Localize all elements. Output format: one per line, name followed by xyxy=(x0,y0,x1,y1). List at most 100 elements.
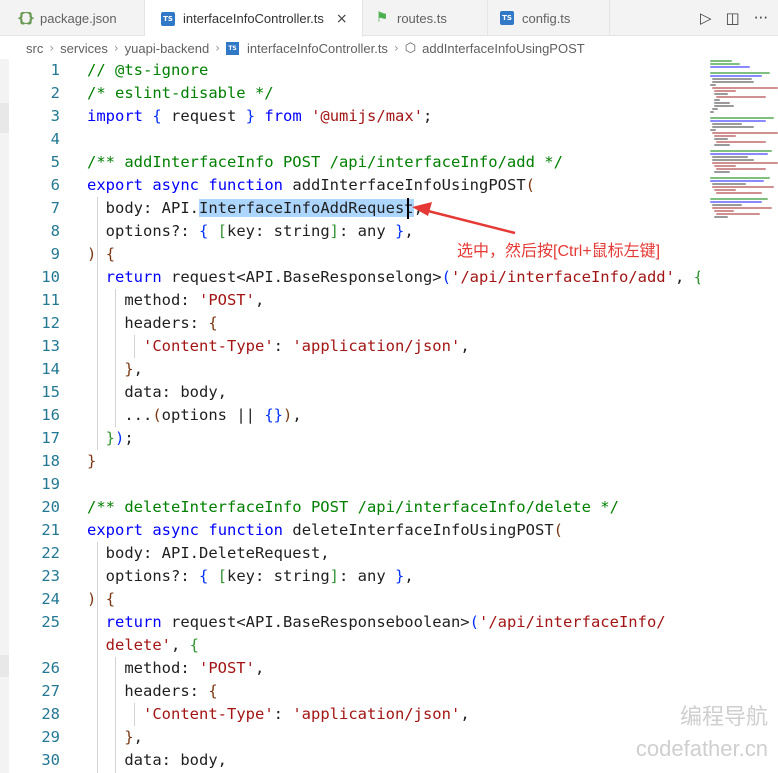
code-line: 1 // @ts-ignore xyxy=(10,59,700,82)
line-number: 27 xyxy=(41,682,60,700)
identifier: body: API.DeleteRequest, xyxy=(105,544,330,562)
text-cursor xyxy=(407,198,409,219)
breadcrumb-item-symbol[interactable]: addInterfaceInfoUsingPOST xyxy=(422,41,585,56)
code-line: 14 }, xyxy=(10,358,700,381)
identifier: request<API.BaseResponselong> xyxy=(171,268,442,286)
chevron-right-icon: › xyxy=(393,41,399,55)
code-line: 12 headers: { xyxy=(10,312,700,335)
function-name: addInterfaceInfoUsingPOST xyxy=(292,176,526,194)
line-number: 20 xyxy=(41,498,60,516)
code-line: 16 ...(options || {}), xyxy=(10,404,700,427)
tab-config[interactable]: TS config.ts xyxy=(488,0,610,36)
typescript-icon: TS xyxy=(226,41,240,55)
comment-text: // @ts-ignore xyxy=(87,61,209,79)
breadcrumb-item-src[interactable]: src xyxy=(26,41,43,56)
line-number: 30 xyxy=(41,751,60,769)
code-line: 22 body: API.DeleteRequest, xyxy=(10,542,700,565)
code-line: 24) { xyxy=(10,588,700,611)
line-number: 28 xyxy=(41,705,60,723)
string-literal: 'Content-Type' xyxy=(143,337,274,355)
line-number: 9 xyxy=(50,245,60,263)
string-literal: '@umijs/max' xyxy=(311,107,424,125)
editor-actions: ▷ ◫ ··· xyxy=(700,0,768,36)
chevron-right-icon: › xyxy=(49,41,55,55)
string-literal: 'application/json' xyxy=(292,705,461,723)
code-line: 7 body: API.InterfaceInfoAddRequest, xyxy=(10,197,700,220)
keyword: from xyxy=(264,107,302,125)
line-number: 23 xyxy=(41,567,60,585)
line-number: 10 xyxy=(41,268,60,286)
code-editor[interactable]: 1 // @ts-ignore 2 /* eslint-disable */ 3 im… xyxy=(10,59,700,773)
watermark-line: 编程导航 xyxy=(679,704,768,729)
minimap[interactable] xyxy=(704,58,778,258)
activity-edge xyxy=(0,59,9,773)
close-icon[interactable]: × xyxy=(336,11,348,27)
annotation-text: 选中，然后按[Ctrl+鼠标左键] xyxy=(457,243,661,260)
breadcrumb-item-yuapi-backend[interactable]: yuapi-backend xyxy=(125,41,210,56)
tab-label: interfaceInfoController.ts xyxy=(183,11,324,26)
tab-interface-info-controller[interactable]: TS interfaceInfoController.ts × xyxy=(145,0,363,37)
string-literal: '/api/interfaceInfo/ xyxy=(478,613,666,631)
line-number: 14 xyxy=(41,360,60,378)
tab-label: routes.ts xyxy=(397,10,447,26)
line-number: 29 xyxy=(41,728,60,746)
code-line: 4 xyxy=(10,128,700,151)
line-number: 1 xyxy=(50,61,60,79)
breadcrumb-item-file[interactable]: interfaceInfoController.ts xyxy=(247,41,388,56)
code-line: 17 }); xyxy=(10,427,700,450)
line-number: 7 xyxy=(50,199,60,217)
code-line: 2 /* eslint-disable */ xyxy=(10,82,700,105)
code-line: 28 'Content-Type': 'application/json', xyxy=(10,703,700,726)
code-line: 18} xyxy=(10,450,700,473)
code-line: 21 export async function deleteInterfaceI… xyxy=(10,519,700,542)
line-number: 16 xyxy=(41,406,60,424)
code-line: 27 headers: { xyxy=(10,680,700,703)
line-number: 13 xyxy=(41,337,60,355)
code-line: 30 data: body, xyxy=(10,749,700,772)
string-literal: 'POST' xyxy=(198,291,255,309)
line-number: 3 xyxy=(50,107,60,125)
run-icon[interactable]: ▷ xyxy=(700,9,712,27)
line-number: 8 xyxy=(50,222,60,240)
code-line: 10 return request<API.BaseResponselong>(… xyxy=(10,266,700,289)
line-number: 11 xyxy=(41,291,60,309)
tab-package-json[interactable]: {} package.json xyxy=(0,0,145,36)
selected-text[interactable]: InterfaceInfoAddRequest xyxy=(199,199,414,217)
line-number: 22 xyxy=(41,544,60,562)
string-literal: 'Content-Type' xyxy=(143,705,274,723)
chevron-right-icon: › xyxy=(113,41,119,55)
comment-text: /* eslint-disable */ xyxy=(87,84,274,102)
line-number: 17 xyxy=(41,429,60,447)
line-number: 25 xyxy=(41,613,60,631)
code-line: 15 data: body, xyxy=(10,381,700,404)
code-line: 5 /** addInterfaceInfo POST /api/interfac… xyxy=(10,151,700,174)
method-icon: ⬡ xyxy=(404,40,417,56)
code-line: 25 return request<API.BaseResponseboolea… xyxy=(10,611,700,634)
identifier: request<API.BaseResponseboolean> xyxy=(171,613,470,631)
code-line: 6 export async function addInterfaceInfoU… xyxy=(10,174,700,197)
comment-text: /** deleteInterfaceInfo POST /api/interf… xyxy=(87,498,619,516)
edge-marker xyxy=(0,103,9,133)
json-icon: {} xyxy=(16,10,36,26)
function-name: deleteInterfaceInfoUsingPOST xyxy=(292,521,554,539)
string-literal: 'application/json' xyxy=(292,337,461,355)
more-actions-icon[interactable]: ··· xyxy=(754,9,768,27)
watermark: 编程导航 codefather.cn xyxy=(636,701,768,765)
comment-text: /** addInterfaceInfo POST /api/interface… xyxy=(87,153,563,171)
route-icon: ⚑ xyxy=(375,10,389,26)
typescript-icon: TS xyxy=(161,11,175,26)
tab-label: package.json xyxy=(40,10,117,26)
string-literal: delete' xyxy=(105,636,171,654)
editor-tab-bar: {} package.json TS interfaceInfoControll… xyxy=(0,0,778,37)
line-number: 24 xyxy=(41,590,60,608)
line-number: 2 xyxy=(50,84,60,102)
code-line: 11 method: 'POST', xyxy=(10,289,700,312)
line-number: 5 xyxy=(50,153,60,171)
tab-routes[interactable]: ⚑ routes.ts xyxy=(363,0,488,36)
split-editor-icon[interactable]: ◫ xyxy=(726,9,740,27)
identifier: body: API. xyxy=(105,199,199,217)
breadcrumb-item-services[interactable]: services xyxy=(60,41,108,56)
line-number: 18 xyxy=(41,452,60,470)
breadcrumb: src › services › yuapi-backend › TS inte… xyxy=(0,37,778,59)
typescript-icon: TS xyxy=(500,11,514,25)
